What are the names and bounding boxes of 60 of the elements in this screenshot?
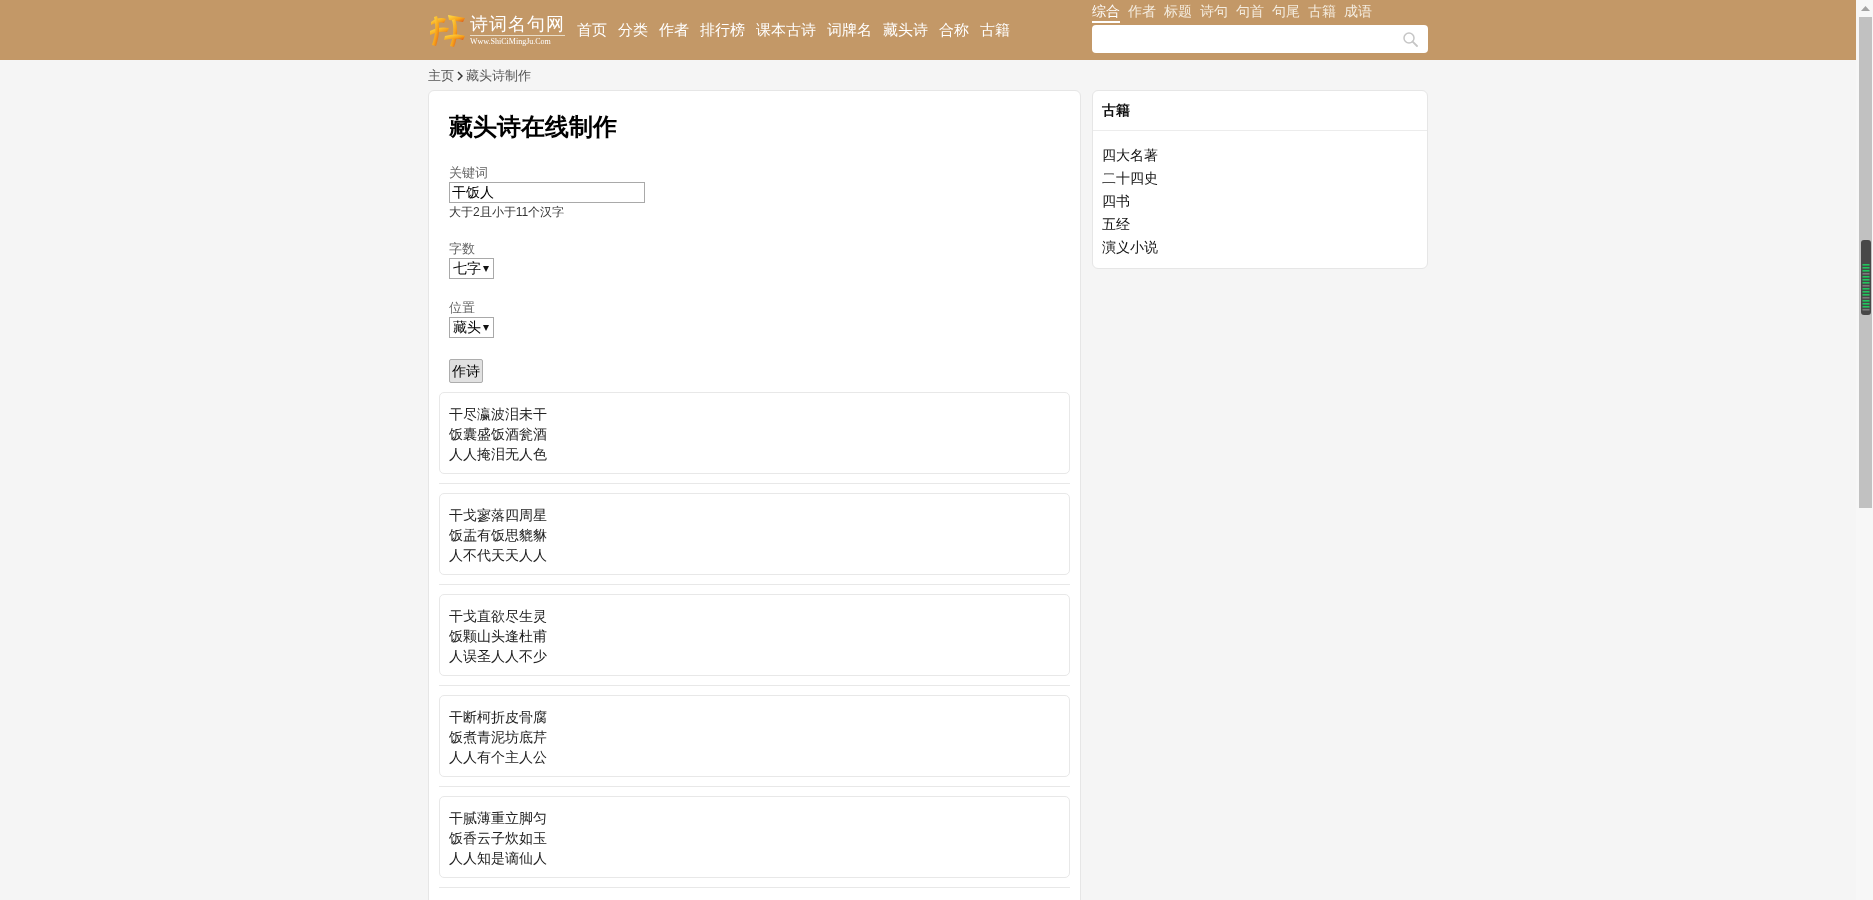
poem-line: 饭香云子炊如玉: [449, 829, 548, 848]
sidebar-link[interactable]: 演义小说: [1102, 236, 1159, 259]
scroll-up-arrow-icon[interactable]: [1861, 6, 1870, 11]
nav-link[interactable]: 藏头诗: [883, 20, 928, 40]
poem-line: 人误圣人人不少: [449, 647, 548, 666]
poem-line: 饭煮青泥坊底芹: [449, 728, 548, 747]
logo-url[interactable]: Www.ShiCiMingJu.Com: [470, 35, 551, 48]
nav-link[interactable]: 排行榜: [700, 20, 745, 40]
breadcrumb-current: 藏头诗制作: [466, 68, 531, 84]
poem-line: 干尽瀛波泪未干: [449, 405, 548, 424]
sidebar-link[interactable]: 五经: [1102, 213, 1131, 236]
search-field[interactable]: [1092, 25, 1428, 53]
logo-emblem-icon[interactable]: [428, 12, 466, 48]
breadcrumb-link[interactable]: 主页: [428, 68, 454, 84]
scrollbar-track[interactable]: [1859, 17, 1872, 508]
sidebar-link[interactable]: 二十四史: [1102, 167, 1159, 190]
submit-button[interactable]: 作诗: [449, 359, 483, 383]
search-tab[interactable]: 成语: [1344, 1, 1372, 23]
search-tab[interactable]: 标题: [1164, 1, 1192, 23]
text-input[interactable]: 干饭人: [449, 182, 645, 203]
search-tab[interactable]: 句尾: [1272, 1, 1300, 23]
poem-line: 干戈直欲尽生灵: [449, 607, 548, 626]
poem-line: 干戈寥落四周星: [449, 506, 548, 525]
nav-link[interactable]: 作者: [659, 20, 689, 40]
search-tab[interactable]: 作者: [1128, 1, 1156, 23]
scrollbar-thumb[interactable]: [1860, 240, 1871, 315]
nav-link[interactable]: 分类: [618, 20, 648, 40]
sidebar-link[interactable]: 四书: [1102, 190, 1131, 213]
nav-link[interactable]: 合称: [939, 20, 969, 40]
search-tab[interactable]: 古籍: [1308, 1, 1336, 23]
poem-line: 干腻薄重立脚匀: [449, 809, 548, 828]
poem-line: 人人掩泪无人色: [449, 445, 548, 464]
search-tab[interactable]: 诗句: [1200, 1, 1228, 23]
logo-title[interactable]: 诗词名句网: [470, 12, 565, 36]
field-label: 位置: [449, 299, 475, 317]
dropdown-select[interactable]: 七字: [449, 258, 494, 279]
nav-link[interactable]: 课本古诗: [756, 20, 816, 40]
poem-line: 人人有个主人公: [449, 748, 548, 767]
poem-line: 人人知是谪仙人: [449, 849, 548, 868]
dropdown-select[interactable]: 藏头: [449, 317, 494, 338]
search-tab[interactable]: 句首: [1236, 1, 1264, 23]
field-label: 关键词: [449, 164, 488, 182]
dropdown-arrow-icon: [483, 265, 489, 272]
page-title: 藏头诗在线制作: [449, 112, 617, 142]
chevron-right-icon: [457, 71, 463, 81]
search-tab[interactable]: 综合: [1092, 1, 1120, 23]
field-hint: 大于2且小于11个汉字: [449, 204, 565, 220]
nav-link[interactable]: 首页: [577, 20, 607, 40]
sidebar-link[interactable]: 四大名著: [1102, 144, 1159, 167]
poem-line: 干断柯折皮骨腐: [449, 708, 548, 727]
poem-line: 人不代天天人人: [449, 546, 548, 565]
field-label: 字数: [449, 240, 475, 258]
poem-line: 饭囊盛饭酒瓮酒: [449, 425, 548, 444]
poem-line: 饭颗山头逢杜甫: [449, 627, 548, 646]
dropdown-arrow-icon: [483, 324, 489, 331]
search-icon[interactable]: [1403, 31, 1418, 47]
sidebar-title: 古籍: [1102, 101, 1131, 120]
nav-link[interactable]: 古籍: [980, 20, 1010, 40]
nav-link[interactable]: 词牌名: [827, 20, 872, 40]
poem-line: 饭盂有饭思貔貅: [449, 526, 548, 545]
